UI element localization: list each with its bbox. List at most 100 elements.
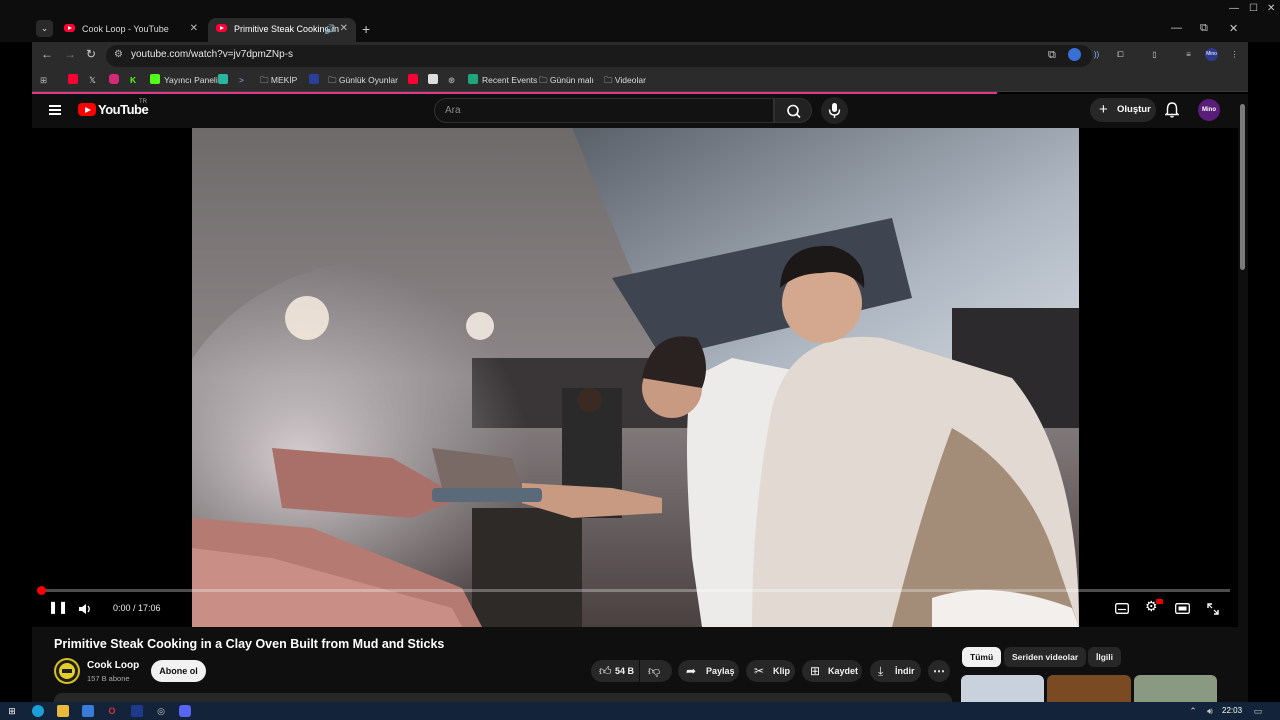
search-input[interactable] bbox=[435, 99, 773, 122]
youtube-logo-icon[interactable] bbox=[78, 103, 96, 116]
browser-minimize-icon[interactable]: — bbox=[1171, 22, 1182, 34]
bookmark-youtube-2[interactable] bbox=[408, 74, 422, 87]
install-app-icon[interactable]: ⧉ bbox=[1048, 49, 1056, 62]
browser-menu-icon[interactable]: ⋮ bbox=[1228, 48, 1241, 61]
share-arrow-icon: ➦ bbox=[686, 664, 697, 678]
volume-icon[interactable] bbox=[78, 603, 92, 615]
notifications-bell-icon[interactable] bbox=[1165, 102, 1179, 118]
opera-icon[interactable]: O bbox=[106, 705, 118, 717]
bookmark-app-teal[interactable] bbox=[218, 74, 232, 87]
bookmark-youtube[interactable] bbox=[68, 74, 82, 87]
pause-icon[interactable]: ❚❚ bbox=[48, 600, 68, 614]
voice-search-button[interactable] bbox=[821, 97, 848, 124]
address-bar[interactable]: ⚙ youtube.com/watch?v=jv7dpmZNp-s ⧉ ☆ bbox=[106, 45, 1092, 67]
edge-icon[interactable] bbox=[32, 705, 44, 717]
profile-avatar-icon[interactable]: Mino bbox=[1205, 48, 1218, 61]
menu-hamburger-icon[interactable] bbox=[49, 105, 61, 115]
save-button[interactable]: ⊞ Kaydet bbox=[802, 660, 862, 682]
more-actions-button[interactable]: ⋯ bbox=[928, 660, 950, 682]
share-button[interactable]: ➦ Paylaş bbox=[678, 660, 739, 682]
bookmark-instagram[interactable] bbox=[109, 74, 123, 87]
bookmark-x[interactable]: 𝕏 bbox=[89, 74, 96, 87]
close-tab-icon[interactable]: ✕ bbox=[190, 18, 198, 40]
search-button[interactable] bbox=[774, 98, 812, 123]
window-restore-icon[interactable]: ☐ bbox=[1249, 3, 1258, 14]
bookmark-arrow[interactable]: > bbox=[239, 74, 244, 87]
dislike-button[interactable]: 👎︎ bbox=[640, 660, 672, 682]
extension-wave-icon[interactable]: )) bbox=[1090, 48, 1103, 61]
download-icon: ⤓ bbox=[878, 664, 884, 678]
window-minimize-icon[interactable]: — bbox=[1229, 3, 1239, 14]
bookmark-recent-events[interactable]: Recent Events bbox=[468, 74, 537, 87]
fullscreen-icon[interactable] bbox=[1207, 603, 1219, 615]
bookmark-kick[interactable]: K bbox=[130, 74, 136, 87]
bookmark-openai[interactable]: ⊛ bbox=[448, 74, 455, 87]
clock[interactable]: 22:03 bbox=[1222, 706, 1242, 715]
file-explorer-icon[interactable] bbox=[57, 705, 69, 717]
progress-scrubber-handle[interactable] bbox=[37, 586, 46, 595]
scrollbar-thumb[interactable] bbox=[1240, 104, 1245, 270]
page-scrollbar[interactable] bbox=[1238, 94, 1248, 702]
search-icon bbox=[787, 104, 801, 119]
close-tab-icon[interactable]: ✕ bbox=[340, 18, 348, 40]
chip-series-videos[interactable]: Seriden videolar bbox=[1004, 647, 1087, 667]
extension-shield-icon[interactable] bbox=[1068, 48, 1081, 61]
account-avatar[interactable]: Mino bbox=[1198, 99, 1220, 121]
channel-name[interactable]: Cook Loop bbox=[87, 660, 139, 671]
subscribe-button[interactable]: Abone ol bbox=[151, 660, 206, 682]
related-video-thumbnail[interactable] bbox=[1047, 675, 1131, 702]
audio-playing-icon[interactable]: 🔊 bbox=[325, 18, 336, 40]
window-close-icon[interactable]: ✕ bbox=[1267, 3, 1275, 14]
media-controls-icon[interactable]: ≡ bbox=[1182, 48, 1195, 61]
forward-arrow-icon[interactable]: → bbox=[64, 47, 76, 61]
channel-avatar[interactable] bbox=[54, 658, 80, 684]
bookmark-yayinci-paneli[interactable]: Yayıncı Paneli bbox=[150, 74, 218, 87]
speaker-icon[interactable]: 🔊︎ bbox=[1204, 705, 1216, 717]
subtitles-icon[interactable] bbox=[1115, 603, 1129, 614]
create-button[interactable]: + Oluştur bbox=[1090, 98, 1156, 122]
chip-related[interactable]: İlgili bbox=[1088, 647, 1121, 667]
related-video-thumbnail[interactable] bbox=[1134, 675, 1217, 702]
mail-icon[interactable] bbox=[82, 705, 94, 717]
theater-mode-icon[interactable] bbox=[1175, 603, 1190, 614]
windows-start-icon[interactable]: ⊞ bbox=[6, 705, 18, 717]
browser-close-icon[interactable]: ✕ bbox=[1229, 22, 1238, 35]
apps-grid-icon[interactable]: ⊞ bbox=[40, 74, 47, 87]
folder-icon: 🗀 bbox=[328, 75, 339, 85]
video-frame[interactable] bbox=[192, 128, 1079, 627]
tab-cook-loop[interactable]: Cook Loop - YouTube ✕ bbox=[56, 18, 206, 42]
description-box[interactable] bbox=[54, 693, 952, 702]
app-icon[interactable] bbox=[131, 705, 143, 717]
create-label: Oluştur bbox=[1117, 104, 1151, 115]
download-button[interactable]: ⤓ İndir bbox=[870, 660, 921, 682]
bookmark-folder-videolar[interactable]: 🗀 Videolar bbox=[604, 74, 646, 87]
progress-bar[interactable] bbox=[37, 586, 1230, 595]
bookmark-folder-mekip[interactable]: 🗀 MEKİP bbox=[260, 74, 297, 87]
chip-all[interactable]: Tümü bbox=[962, 647, 1002, 667]
new-tab-button[interactable]: + bbox=[362, 21, 370, 37]
back-arrow-icon[interactable]: ← bbox=[41, 47, 53, 61]
site-info-icon[interactable]: ⚙ bbox=[114, 49, 123, 60]
bookmark-folder-gunun-mali[interactable]: 🗀 Günün malı bbox=[539, 74, 594, 87]
chrome-icon[interactable]: ◎ bbox=[155, 705, 167, 717]
side-panel-icon[interactable]: ▯ bbox=[1148, 48, 1161, 61]
time-display: 0:00 / 17:06 bbox=[113, 603, 161, 613]
bookmark-blue[interactable] bbox=[309, 74, 323, 87]
tray-chevron-icon[interactable]: ⌃ bbox=[1187, 705, 1199, 717]
url-text[interactable]: youtube.com/watch?v=jv7dpmZNp-s bbox=[131, 49, 293, 60]
notifications-icon[interactable]: ▭ bbox=[1252, 705, 1264, 717]
reload-icon[interactable]: ↻ bbox=[86, 47, 96, 61]
extensions-puzzle-icon[interactable]: ⧠ bbox=[1114, 48, 1127, 61]
folder-icon: 🗀 bbox=[604, 75, 615, 85]
bookmark-mask[interactable] bbox=[428, 74, 442, 87]
discord-icon[interactable] bbox=[179, 705, 191, 717]
clip-label: Klip bbox=[773, 666, 790, 676]
clip-button[interactable]: ✂ Klip bbox=[746, 660, 795, 682]
browser-restore-icon[interactable]: ⧉ bbox=[1200, 22, 1208, 35]
related-video-thumbnail[interactable] bbox=[961, 675, 1044, 702]
tab-search-button[interactable]: ⌄ bbox=[36, 20, 53, 37]
like-button[interactable]: 👍︎ 54 B bbox=[591, 660, 639, 682]
video-player[interactable]: ❚❚ 0:00 / 17:06 ⚙ bbox=[32, 128, 1238, 627]
tab-primitive-steak[interactable]: Primitive Steak Cooking in 🔊 ✕ bbox=[208, 18, 356, 42]
bookmark-folder-gunluk-oyunlar[interactable]: 🗀 Günlük Oyunlar bbox=[328, 74, 398, 87]
